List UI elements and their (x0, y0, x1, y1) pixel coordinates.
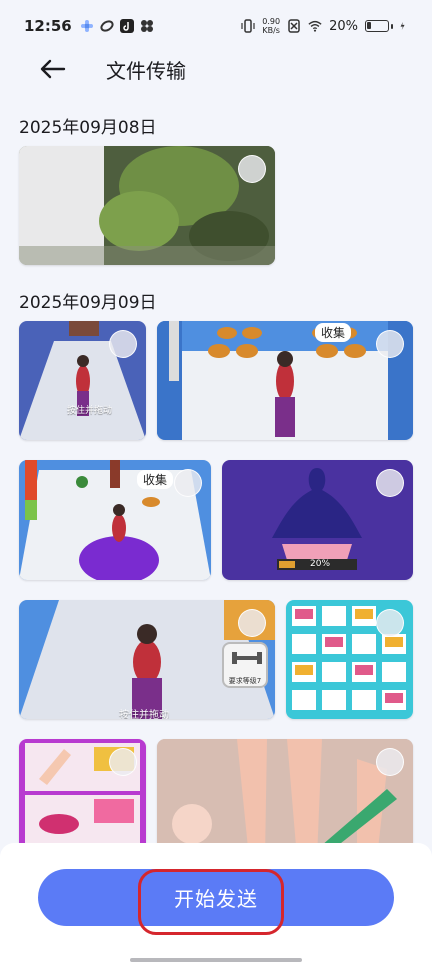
net-speed-value: 0.90 (262, 17, 281, 26)
loop-app-icon (100, 20, 114, 32)
tiktok-icon (119, 19, 134, 33)
level-requirement-card: 要求等级7 (222, 642, 268, 688)
select-circle[interactable] (109, 330, 137, 358)
status-right: 0.90 KB/s 20% (241, 17, 408, 35)
dumbbell-icon (232, 652, 262, 664)
media-thumbnail[interactable] (157, 739, 413, 858)
flower-notification-icon (80, 20, 93, 32)
hold-drag-hint: 按住并拖动 (67, 406, 113, 416)
hold-drag-hint: 按住并拖动 (119, 710, 169, 719)
media-thumbnail[interactable]: 按住并拖动 (19, 321, 146, 440)
media-thumbnail[interactable]: 收集 (157, 321, 413, 440)
battery-percent: 20% (329, 18, 358, 34)
wifi-icon (308, 20, 322, 32)
select-circle[interactable] (238, 609, 266, 637)
status-time: 12:56 (24, 17, 72, 35)
select-circle[interactable] (376, 469, 404, 497)
media-thumbnail[interactable]: 20% (222, 460, 413, 580)
media-thumbnail[interactable] (286, 600, 413, 719)
select-circle[interactable] (174, 469, 202, 497)
nail-care-image (157, 739, 413, 858)
vibrate-icon (241, 19, 255, 33)
back-button[interactable] (28, 47, 78, 91)
progress-percent: 20% (310, 559, 331, 569)
date-heading: 2025年09月09日 (19, 293, 157, 313)
arrow-left-icon (40, 59, 66, 79)
select-circle[interactable] (238, 155, 266, 183)
select-circle[interactable] (376, 330, 404, 358)
select-circle[interactable] (109, 748, 137, 776)
media-thumbnail[interactable]: 要求等级7 按住并拖动 (19, 600, 275, 719)
home-indicator[interactable] (130, 958, 302, 962)
app-bar: 文件传输 (0, 44, 432, 94)
sim-off-icon (288, 19, 300, 33)
collect-label: 收集 (137, 470, 174, 489)
page-title: 文件传输 (106, 58, 186, 83)
media-thumbnail[interactable] (19, 739, 146, 858)
collect-label: 收集 (315, 323, 352, 342)
select-circle[interactable] (376, 609, 404, 637)
battery-icon (365, 20, 389, 32)
charging-icon (400, 22, 405, 30)
burger-game-image (157, 321, 413, 440)
media-thumbnail[interactable]: 收集 (19, 460, 211, 580)
grid-app-icon (140, 20, 153, 32)
net-speed-unit: KB/s (262, 26, 280, 35)
battery-tip (391, 23, 393, 29)
media-thumbnail[interactable] (19, 146, 275, 265)
net-speed: 0.90 KB/s (262, 17, 280, 35)
start-send-button[interactable]: 开始发送 (38, 869, 394, 926)
date-heading: 2025年09月08日 (19, 118, 157, 138)
status-app-icons (80, 19, 154, 33)
select-circle[interactable] (376, 748, 404, 776)
required-level: 要求等级7 (228, 677, 262, 685)
photo-plant-image (19, 146, 275, 265)
